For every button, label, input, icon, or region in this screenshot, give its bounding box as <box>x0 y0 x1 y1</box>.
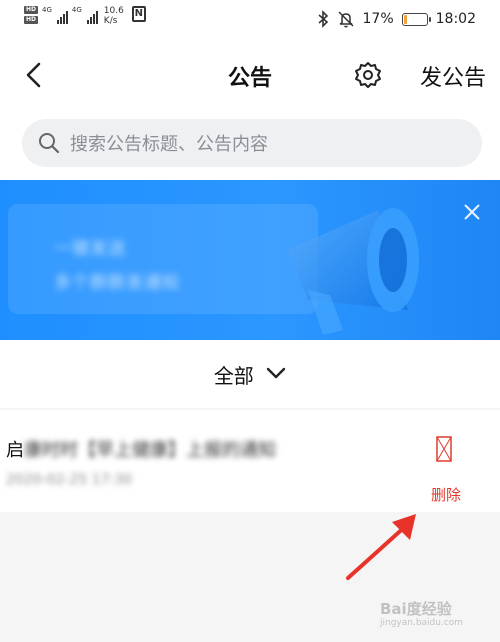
item-title-prefix: 启 <box>6 440 24 461</box>
gear-icon[interactable] <box>354 61 382 89</box>
battery-percent: 17% <box>362 11 394 27</box>
item-title: 启康时时【早上健康】上报的通知 <box>6 436 276 462</box>
hd-badge: HD <box>24 16 39 24</box>
signal-icon <box>56 6 68 24</box>
status-bar: HD HD 4G 4G 10.6 K/s N 17% 18:02 <box>0 0 500 40</box>
hd-indicators: HD HD <box>24 6 39 24</box>
filter-bar: 全部 <box>0 340 500 408</box>
post-announcement-button[interactable]: 发公告 <box>420 60 486 92</box>
search-icon <box>39 133 60 154</box>
banner-headline: 一键发送 <box>54 239 126 259</box>
hd-badge: HD <box>24 6 39 14</box>
speed-value: 10.6 <box>103 6 124 16</box>
network-speed: 10.6 K/s <box>104 6 124 26</box>
search-input[interactable]: 搜索公告标题、公告内容 <box>22 119 482 167</box>
clock: 18:02 <box>435 11 476 27</box>
filter-label: 全部 <box>213 364 254 388</box>
mute-bell-icon <box>337 11 354 28</box>
item-date: 2020-02-25 17:30 <box>6 472 133 488</box>
banner-subline: 多个群群发通知 <box>54 273 180 293</box>
arrow-annotation-icon <box>346 514 416 580</box>
search-placeholder: 搜索公告标题、公告内容 <box>70 134 268 155</box>
signal-icon <box>86 6 98 24</box>
watermark: Bai度经验 jingyan.baidu.com <box>380 598 495 638</box>
category-filter[interactable]: 全部 <box>0 360 500 389</box>
chevron-down-icon <box>266 367 286 379</box>
search-area: 搜索公告标题、公告内容 <box>0 110 500 180</box>
status-left: HD HD 4G 4G 10.6 K/s N <box>24 6 146 26</box>
status-right: 17% 18:02 <box>317 10 476 28</box>
battery-fill <box>403 14 408 24</box>
announcement-list: 启康时时【早上健康】上报的通知 2020-02-25 17:30 删除 Bai度… <box>0 408 500 642</box>
speed-unit: K/s <box>103 16 118 26</box>
megaphone-icon <box>288 208 419 335</box>
app-header: 公告 发公告 <box>0 40 500 110</box>
delete-button[interactable]: 删除 <box>392 410 500 512</box>
nfc-icon: N <box>131 6 146 22</box>
item-title-rest: 康时时【早上健康】上报的通知 <box>24 440 276 461</box>
network-type: 4G <box>71 6 82 14</box>
list-item[interactable]: 启康时时【早上健康】上报的通知 2020-02-25 17:30 <box>0 410 392 512</box>
bluetooth-icon <box>317 10 328 28</box>
watermark-sub: jingyan.baidu.com <box>380 618 464 628</box>
network-type: 4G <box>42 6 52 14</box>
trash-icon <box>436 436 452 462</box>
close-icon[interactable] <box>462 202 482 222</box>
delete-label: 删除 <box>430 486 461 504</box>
battery-icon <box>401 12 431 26</box>
watermark-text: Bai度经验 <box>380 600 452 618</box>
promo-banner[interactable]: 一键发送 多个群群发通知 <box>0 180 500 340</box>
